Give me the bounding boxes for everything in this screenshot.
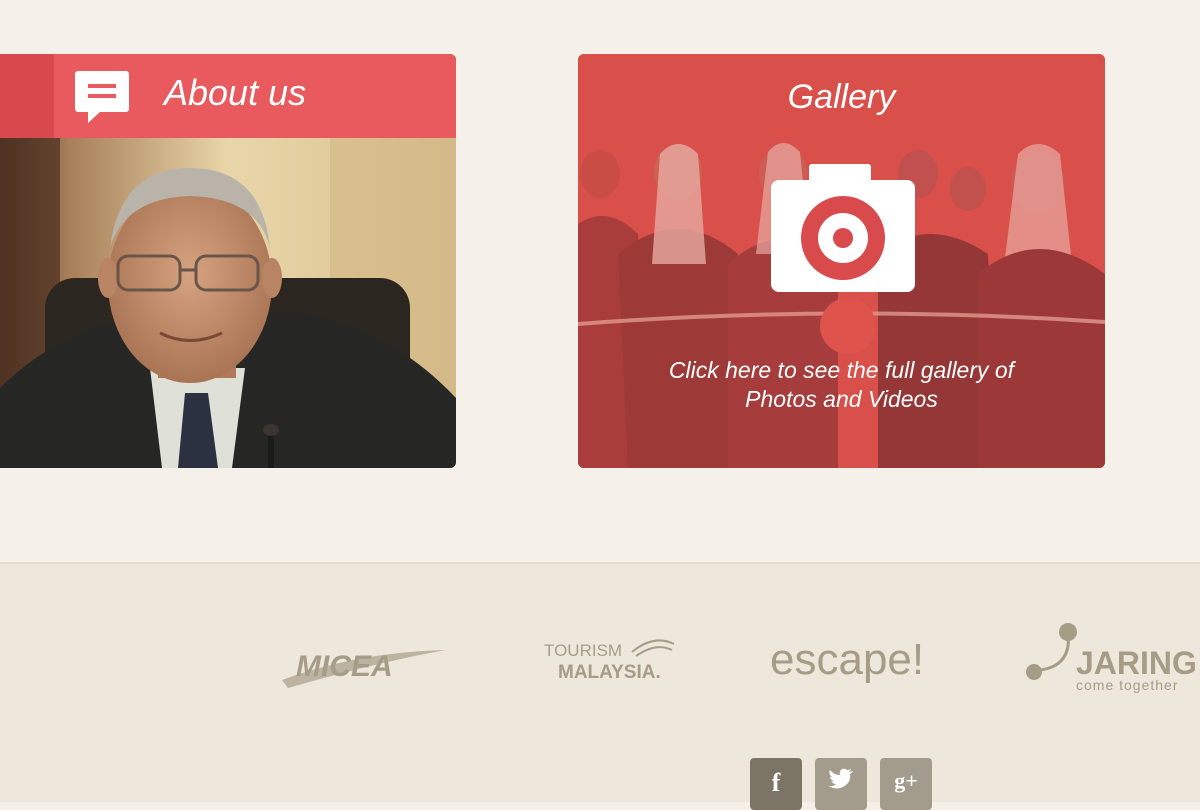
facebook-button[interactable]: f [750, 758, 802, 810]
facebook-icon: f [771, 768, 781, 797]
portrait-photo [0, 138, 456, 468]
footer: MICEA TOURISM MALAYSIA. escape! JARING c… [0, 562, 1200, 810]
partner-logo-tourism-malaysia[interactable]: TOURISM MALAYSIA. [544, 634, 684, 696]
gallery-caption-line2: Photos and Videos [745, 386, 938, 412]
partner-logo-jaring[interactable]: JARING come together [1024, 622, 1200, 694]
micea-logo-text: MICEA [296, 650, 393, 683]
gallery-caption-line1: Click here to see the full gallery of [668, 357, 1015, 383]
gallery-card[interactable]: Gallery Click here to see the full galle… [578, 54, 1105, 468]
partner-logo-escape[interactable]: escape! [770, 634, 946, 686]
about-us-card[interactable]: About us [0, 54, 456, 468]
header-accent-stripe [0, 54, 54, 138]
partner-logo-micea[interactable]: MICEA [278, 642, 450, 690]
google-plus-button[interactable]: g+ [880, 758, 932, 810]
malaysia-logo-text: MALAYSIA. [558, 662, 661, 683]
jaring-tagline-text: come together [1076, 677, 1179, 693]
gallery-title: Gallery [787, 78, 896, 116]
about-us-header: About us [0, 54, 456, 138]
twitter-button[interactable] [815, 758, 867, 810]
camera-icon [771, 164, 915, 292]
tourism-logo-text: TOURISM [544, 641, 622, 660]
escape-logo-text: escape! [770, 635, 924, 684]
about-us-title: About us [164, 72, 307, 113]
google-plus-icon: g+ [894, 768, 918, 793]
gallery-caption: Click here to see the full gallery of Ph… [638, 356, 1045, 414]
jaring-logo-text: JARING [1076, 645, 1197, 681]
chat-bubble-icon [75, 71, 129, 123]
twitter-icon [828, 768, 853, 789]
